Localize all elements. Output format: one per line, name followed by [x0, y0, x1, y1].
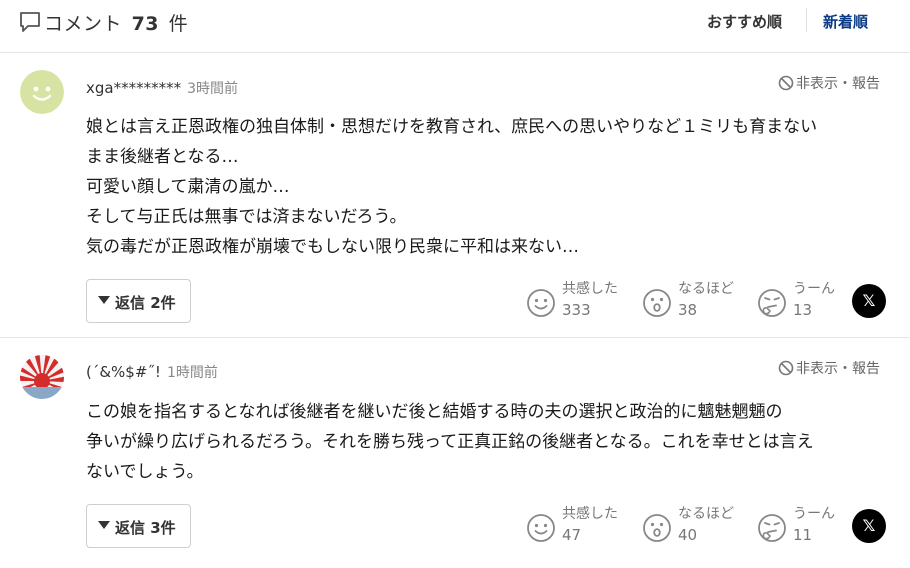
- smile-face-icon: [527, 289, 555, 317]
- reaction-label: なるほど: [678, 281, 734, 297]
- reaction-count: 40: [678, 526, 698, 544]
- rising-sun-avatar-icon: [20, 355, 64, 399]
- comment-text-line: まま後継者となる…: [86, 147, 239, 167]
- x-logo-icon: 𝕏: [862, 291, 876, 310]
- comment-time: 1時間前: [166, 365, 218, 381]
- reaction-label: 共感した: [562, 281, 618, 297]
- comments-title: コメント 73 件: [44, 9, 188, 36]
- reaction-count: 13: [793, 301, 813, 319]
- caret-down-icon: [98, 296, 110, 304]
- comment-text-line: 争いが繰り広げられるだろう。それを勝ち残って正真正銘の後継者となる。これを幸せと…: [86, 432, 814, 452]
- sort-recommended-tab[interactable]: おすすめ順: [707, 11, 782, 32]
- hide-report-link[interactable]: 非表示・報告: [778, 358, 880, 378]
- prohibited-icon: [778, 360, 794, 376]
- prohibited-icon: [778, 75, 794, 91]
- smiley-avatar-icon: [20, 70, 64, 114]
- comments-title-suffix: 件: [168, 13, 189, 35]
- comment-item: (´&%$#˝! 1時間前 非表示・報告 この娘を指名するとなれば後継者を継いだ後…: [0, 339, 910, 568]
- hide-report-label[interactable]: 非表示・報告: [796, 361, 880, 377]
- reaction-label: 共感した: [562, 506, 618, 522]
- sort-divider: [806, 8, 807, 32]
- hide-report-link[interactable]: 非表示・報告: [778, 73, 880, 93]
- comment-author[interactable]: xga********* 3時間前: [86, 78, 238, 98]
- comment-author[interactable]: (´&%$#˝! 1時間前: [86, 362, 218, 382]
- surprised-face-icon: [643, 289, 671, 317]
- reaction-count: 47: [562, 526, 582, 544]
- thinking-face-icon: [758, 514, 786, 542]
- reply-count-label[interactable]: 返信 3件: [115, 517, 176, 538]
- comment-text-line: 可愛い顔して粛清の嵐か…: [86, 177, 290, 197]
- reply-toggle-button[interactable]: 返信 2件: [86, 279, 191, 323]
- avatar[interactable]: [20, 355, 64, 399]
- sort-newest-tab[interactable]: 新着順: [823, 11, 868, 32]
- reaction-empathize-button[interactable]: 共感した 333: [526, 278, 626, 324]
- reaction-insightful-button[interactable]: なるほど 38: [642, 278, 742, 324]
- share-x-button[interactable]: 𝕏: [852, 284, 886, 318]
- comment-text-line: そして与正氏は無事では済まないだろう。: [86, 207, 407, 227]
- avatar[interactable]: [20, 70, 64, 114]
- comment-text-line: 娘とは言え正恩政権の独自体制・思想だけを教育され、庶民への思いやりなど１ミリも育…: [86, 117, 818, 137]
- reaction-count: 333: [562, 301, 591, 319]
- reaction-count: 38: [678, 301, 698, 319]
- reply-toggle-button[interactable]: 返信 3件: [86, 504, 191, 548]
- reaction-hmm-button[interactable]: うーん 11: [757, 503, 847, 549]
- comments-title-prefix: コメント: [44, 13, 123, 35]
- comment-time: 3時間前: [187, 81, 239, 97]
- comments-header: コメント 73 件 おすすめ順 新着順: [0, 0, 910, 53]
- comment-text-line: この娘を指名するとなれば後継者を継いだ後と結婚する時の夫の選択と政治的に魑魅魍魎…: [86, 402, 783, 422]
- x-logo-icon: 𝕏: [862, 516, 876, 535]
- comment-text-line: 気の毒だが正恩政権が崩壊でもしない限り民衆に平和は来ない…: [86, 237, 579, 257]
- reaction-empathize-button[interactable]: 共感した 47: [526, 503, 626, 549]
- thinking-face-icon: [758, 289, 786, 317]
- caret-down-icon: [98, 521, 110, 529]
- comments-count: 73: [131, 13, 160, 35]
- username[interactable]: xga*********: [86, 79, 181, 97]
- reaction-label: うーん: [793, 506, 835, 522]
- comment-item: xga********* 3時間前 非表示・報告 娘とは言え正恩政権の独自体制・思…: [0, 54, 910, 338]
- reaction-label: うーん: [793, 281, 835, 297]
- reaction-count: 11: [793, 526, 813, 544]
- comment-text-line: ないでしょう。: [86, 462, 204, 482]
- share-x-button[interactable]: 𝕏: [852, 509, 886, 543]
- smile-face-icon: [527, 514, 555, 542]
- hide-report-label[interactable]: 非表示・報告: [796, 76, 880, 92]
- reaction-insightful-button[interactable]: なるほど 40: [642, 503, 742, 549]
- reaction-hmm-button[interactable]: うーん 13: [757, 278, 847, 324]
- reaction-label: なるほど: [678, 506, 734, 522]
- username[interactable]: (´&%$#˝!: [86, 363, 161, 381]
- surprised-face-icon: [643, 514, 671, 542]
- reply-count-label[interactable]: 返信 2件: [115, 292, 176, 313]
- speech-bubble-icon: [20, 12, 40, 32]
